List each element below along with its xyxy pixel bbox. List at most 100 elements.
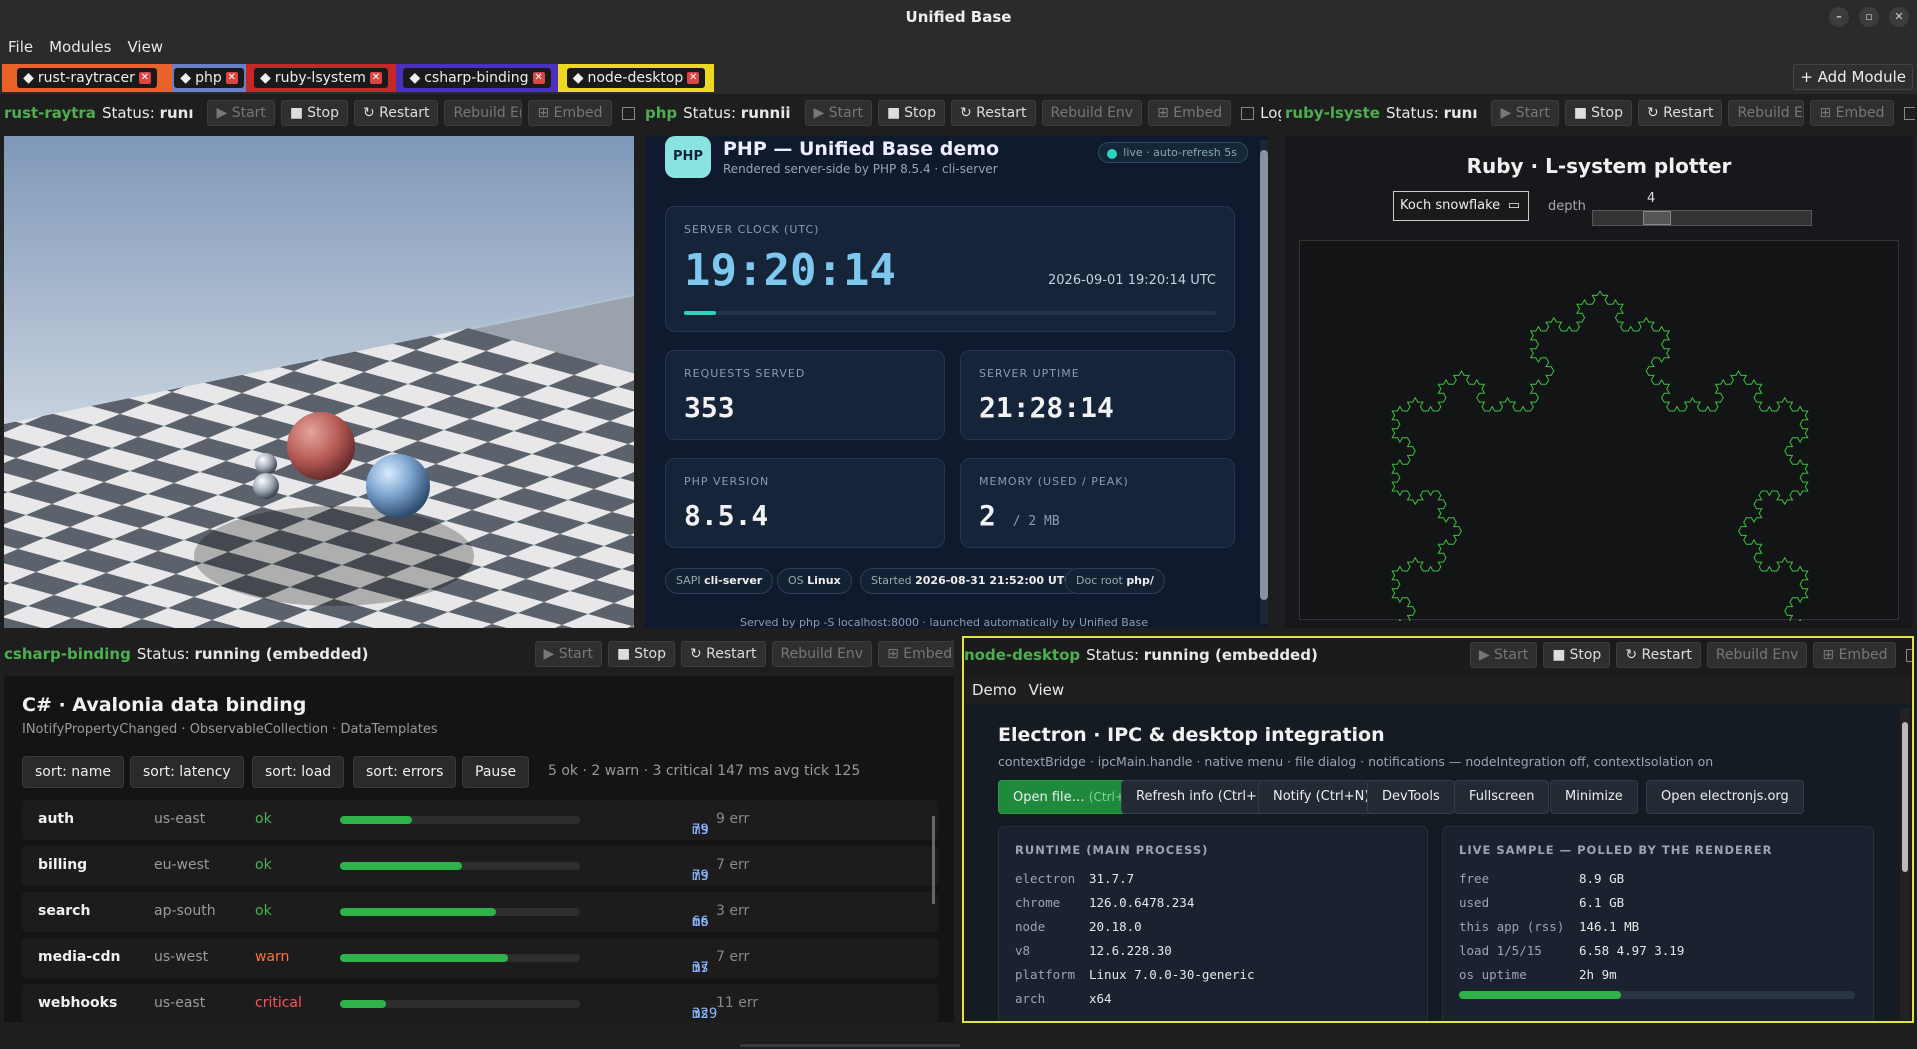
start-button[interactable]: ▶ Start [1469, 642, 1538, 668]
php-scrollbar[interactable] [1260, 140, 1268, 624]
logs-checkbox[interactable] [1903, 106, 1915, 120]
lsystem-select[interactable]: Koch snowflake ▭ [1393, 191, 1529, 221]
memory-bar-track [1459, 991, 1855, 999]
tab-close-icon[interactable]: ✕ [369, 72, 382, 84]
embed-button[interactable]: ⊞ Embed [1148, 100, 1232, 126]
service-errors: 11 err [716, 995, 759, 1011]
start-button[interactable]: ▶ Start [804, 100, 872, 126]
stop-button[interactable]: ■ Stop [280, 100, 348, 126]
php-panel: PHP PHP — Unified Base demo Rendered ser… [645, 136, 1268, 628]
close-icon[interactable]: ✕ [1889, 7, 1909, 27]
toolbar-ruby: ruby-lsyste Status: runı ▶ Start ■ Stop ↻… [1285, 98, 1915, 128]
sort-load-button[interactable]: sort: load [252, 756, 345, 788]
rebuild-env-button[interactable]: Rebuild Env [1706, 642, 1808, 668]
minimize-icon[interactable]: – [1829, 7, 1849, 27]
rebuild-env-button[interactable]: Rebuild Env [1041, 100, 1143, 126]
memory-label: MEMORY (USED / PEAK) [979, 475, 1129, 488]
add-module-button[interactable]: + Add Module [1793, 64, 1913, 90]
notify-button[interactable]: Notify (Ctrl+N) [1258, 780, 1385, 814]
stop-button[interactable]: ■ Stop [1543, 642, 1611, 668]
tab-rust-raytracer[interactable]: ◆ rust-raytracer ✕ [2, 64, 172, 92]
runtime-entry: chrome 126.0.6478.234 [1015, 895, 1194, 910]
diamond-icon: ◆ [260, 70, 271, 86]
service-region: ap-south [154, 903, 216, 919]
service-region: us-east [154, 811, 206, 827]
diamond-icon: ◆ [409, 70, 421, 86]
chip-started: Started 2026-08-31 21:52:00 UTC [860, 568, 1084, 594]
service-name: auth [38, 811, 75, 827]
raytracer-render-view[interactable] [4, 136, 634, 628]
tab-csharp-binding[interactable]: ◆ csharp-binding ✕ [396, 64, 558, 92]
load-bar-fill [340, 862, 463, 870]
menu-file[interactable]: File [0, 34, 41, 56]
embed-button[interactable]: ⊞ Embed [878, 641, 954, 667]
restart-button[interactable]: ↻ Restart [681, 641, 766, 667]
csharp-stats: 5 ok · 2 warn · 3 critical 147 ms avg ti… [548, 763, 861, 779]
stop-button[interactable]: ■ Stop [1564, 100, 1632, 126]
sort-errors-button[interactable]: sort: errors [353, 756, 457, 788]
logs-checkbox[interactable] [1906, 648, 1912, 662]
csharp-scrollbar[interactable] [932, 816, 935, 904]
tab-close-icon[interactable]: ✕ [687, 72, 700, 84]
menu-modules[interactable]: Modules [41, 34, 119, 56]
minimize-button[interactable]: Minimize [1550, 780, 1638, 814]
toolbar-csharp: csharp-binding Status: running (embedded… [4, 639, 954, 669]
module-status: Status: runnii [683, 104, 790, 122]
module-name: node-desktop [964, 646, 1081, 664]
depth-slider-thumb[interactable] [1643, 211, 1671, 225]
logs-checkbox[interactable] [621, 106, 635, 120]
electron-scrollbar[interactable] [1900, 708, 1910, 1020]
restart-button[interactable]: ↻ Restart [1616, 642, 1701, 668]
stop-button[interactable]: ■ Stop [607, 641, 675, 667]
rebuild-env-button[interactable]: Rebuild Env [444, 100, 523, 126]
php-scrollbar-thumb[interactable] [1260, 150, 1268, 600]
stop-button[interactable]: ■ Stop [877, 100, 945, 126]
window-titlebar: Unified Base – ▫ ✕ [0, 0, 1917, 34]
csharp-title: C# · Avalonia data binding [22, 694, 307, 716]
logs-checkbox[interactable] [1241, 106, 1255, 120]
service-row[interactable]: auth us-east ok 79 ms 9 err [22, 800, 938, 840]
menu-view[interactable]: View [1023, 676, 1071, 699]
restart-button[interactable]: ↻ Restart [1637, 100, 1723, 126]
electron-scrollbar-thumb[interactable] [1902, 722, 1908, 872]
depth-slider[interactable] [1592, 210, 1812, 226]
menu-demo[interactable]: Demo [966, 676, 1023, 699]
start-button[interactable]: ▶ Start [534, 641, 602, 667]
service-row[interactable]: media-cdn us-west warn 37 ms 7 err [22, 938, 938, 978]
service-row[interactable]: search ap-south ok 66 ms 3 err [22, 892, 938, 932]
chip-value: php/ [1126, 574, 1154, 587]
tab-pill: ◆ php ✕ [174, 68, 244, 88]
start-button[interactable]: ▶ Start [207, 100, 275, 126]
lsystem-plot [1299, 240, 1899, 628]
entry-key: free [1459, 871, 1490, 886]
tab-node-desktop[interactable]: ◆ node-desktop ✕ [558, 64, 714, 92]
tab-label: php [195, 70, 222, 86]
restart-button[interactable]: ↻ Restart [353, 100, 439, 126]
service-name: search [38, 903, 91, 919]
tab-php[interactable]: ◆ php ✕ [172, 64, 246, 92]
embed-button[interactable]: ⊞ Embed [528, 100, 612, 126]
select-icon: ▭ [1507, 198, 1520, 213]
service-row[interactable]: webhooks us-east critical 329 ms 11 err [22, 984, 938, 1022]
embed-button[interactable]: ⊞ Embed [1810, 100, 1894, 126]
sort-name-button[interactable]: sort: name [22, 756, 124, 788]
service-status: ok [255, 903, 272, 919]
tab-close-icon[interactable]: ✕ [225, 72, 238, 84]
tab-ruby-lsystem[interactable]: ◆ ruby-lsystem ✕ [246, 64, 396, 92]
embed-button[interactable]: ⊞ Embed [1813, 642, 1897, 668]
tab-close-icon[interactable]: ✕ [138, 72, 151, 84]
menu-view[interactable]: View [119, 34, 171, 56]
fullscreen-button[interactable]: Fullscreen [1454, 780, 1550, 814]
open-electronjs-button[interactable]: Open electronjs.org [1646, 780, 1804, 814]
pause-button[interactable]: Pause [462, 756, 530, 788]
service-row[interactable]: billing eu-west ok 79 ms 7 err [22, 846, 938, 886]
rebuild-env-button[interactable]: Rebuild Env [1728, 100, 1805, 126]
start-button[interactable]: ▶ Start [1491, 100, 1559, 126]
devtools-button[interactable]: DevTools [1367, 780, 1455, 814]
sort-latency-button[interactable]: sort: latency [130, 756, 244, 788]
tab-close-icon[interactable]: ✕ [532, 72, 545, 84]
runtime-entry: node 20.18.0 [1015, 919, 1142, 934]
maximize-icon[interactable]: ▫ [1859, 7, 1879, 27]
rebuild-env-button[interactable]: Rebuild Env [771, 641, 873, 667]
restart-button[interactable]: ↻ Restart [951, 100, 1036, 126]
